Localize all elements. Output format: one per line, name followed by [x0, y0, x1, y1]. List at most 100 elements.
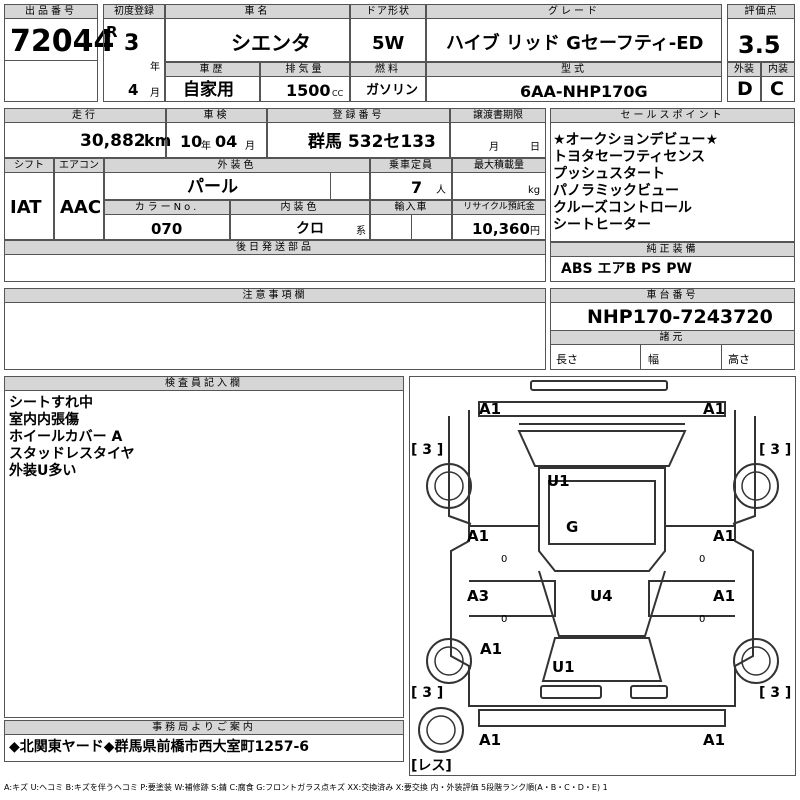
damage-mark-front-right: A1 — [703, 400, 725, 418]
import-divider — [411, 215, 412, 240]
recycle-unit: 円 — [530, 226, 540, 237]
zero-mark: 0 — [501, 614, 507, 625]
rating: 3.5 — [738, 31, 781, 59]
office-notice: ◆北関東ヤード◆群馬県前橋市西大室町1257-6 — [9, 739, 310, 755]
transfer-day: 日 — [530, 142, 540, 153]
model-label: 型式 — [426, 62, 722, 77]
spare-tire-status: [レス] — [411, 758, 452, 774]
inspector-item: シートすれ中 — [9, 395, 93, 411]
inspection-year: 10 — [180, 132, 203, 151]
transfer-month: 月 — [489, 142, 499, 153]
windshield — [517, 430, 687, 467]
chassis-number: NHP170-7243720 — [587, 306, 773, 328]
damage-mark-front-door-right: A1 — [713, 527, 735, 545]
displacement-label: 排気量 — [260, 62, 350, 77]
equipment-label: 純正装備 — [550, 242, 795, 257]
reg-number: 群馬 532セ133 — [308, 132, 436, 152]
capacity: 7 — [411, 178, 423, 197]
dims-label: 諸元 — [550, 330, 795, 345]
damage-mark-rear-quarter-left: A1 — [480, 640, 502, 658]
door-label: ドア形状 — [350, 4, 426, 19]
width-label: 幅 — [648, 353, 659, 366]
color-no: 070 — [151, 220, 183, 238]
zero-mark: 0 — [699, 614, 705, 625]
transfer-label: 譲渡書期限 — [450, 108, 546, 123]
sales-point: クルーズコントロール — [553, 200, 692, 216]
tire-tread-rear-right: [ 3 ] — [759, 685, 791, 701]
sales-point: シートヒーター — [553, 217, 651, 233]
lot-divider — [4, 60, 98, 61]
inspection-label: 車検 — [166, 108, 267, 123]
later-parts-label: 後日発送部品 — [4, 240, 546, 255]
rear-bumper — [478, 709, 726, 727]
sales-point: トヨタセーフティセンス — [553, 149, 706, 165]
fuel-label: 燃料 — [350, 62, 426, 77]
damage-mark-rear-body: U4 — [590, 587, 613, 605]
sales-point: パノラミックビュー — [553, 183, 679, 199]
damage-mark-rear-door-right: A1 — [713, 587, 735, 605]
tire-tread-front-right: [ 3 ] — [759, 442, 791, 458]
color-divider — [330, 173, 331, 200]
model: 6AA-NHP170G — [520, 82, 648, 101]
roof-inner — [548, 480, 656, 545]
interior-color: クロ — [296, 221, 324, 237]
color-no-label: カラーNo. — [104, 200, 230, 215]
chassis-label: 車台番号 — [550, 288, 795, 303]
load-unit: kg — [528, 185, 541, 196]
color-label: 外装色 — [104, 158, 370, 173]
door-type: 5W — [372, 33, 405, 54]
grade: ハイブ リッド Gセーフティ-ED — [446, 33, 704, 54]
history: 自家用 — [183, 80, 234, 100]
damage-mark-rear-left: A1 — [479, 731, 501, 749]
import-label: 輸入車 — [370, 200, 452, 215]
load-label: 最大積載量 — [452, 158, 546, 173]
capacity-label: 乗車定員 — [370, 158, 452, 173]
sales-points-label: セールスポイント — [550, 108, 795, 123]
wheel-rear-left — [426, 638, 472, 684]
interior-color-unit: 系 — [356, 226, 366, 237]
damage-mark-glass: G — [566, 518, 578, 536]
inspector-item: ホイールカバー A — [9, 429, 123, 445]
int-label: 内装 — [761, 62, 795, 77]
recycle-label: リサイクル預託金 — [452, 200, 546, 215]
lot-label: 出品番号 — [4, 4, 98, 19]
capacity-unit: 人 — [436, 185, 446, 196]
rear-bumper-top — [540, 685, 602, 699]
zero-mark: 0 — [501, 554, 507, 565]
inspector-item: 室内内張傷 — [9, 412, 79, 428]
car-name: シエンタ — [231, 31, 311, 55]
tire-tread-front-left: [ 3 ] — [411, 442, 443, 458]
ext-grade: D — [737, 78, 753, 100]
lot-number: 72044 — [10, 24, 115, 59]
damage-mark-front-left: A1 — [479, 400, 501, 418]
damage-mark-roof: U1 — [547, 472, 570, 490]
fuel: ガソリン — [366, 83, 419, 98]
spare-wheel — [418, 707, 464, 753]
sales-points-list: ★オークションデビュー★ トヨタセーフティセンス プッシュスタート パノラミック… — [553, 132, 718, 234]
mileage: 30,882 — [80, 131, 146, 151]
shift: IAT — [10, 197, 42, 218]
inspector-item: 外装U多い — [9, 463, 77, 479]
sales-point: プッシュスタート — [553, 166, 665, 182]
interior-color-label: 内装色 — [230, 200, 370, 215]
displacement-unit: CC — [332, 89, 344, 98]
damage-mark-rear-door-left: A3 — [467, 587, 489, 605]
history-label: 車歴 — [165, 62, 260, 77]
ext-label: 外装 — [727, 62, 761, 77]
month: 4 — [128, 81, 139, 99]
exterior-color: パール — [187, 177, 238, 197]
dims-divider-2 — [721, 345, 722, 370]
car-name-label: 車名 — [165, 4, 350, 19]
inspection-month-unit: 月 — [245, 141, 255, 152]
car-diagram: A1 A1 U1 G A1 A1 A3 U4 A1 A1 U1 A1 A1 0 … — [411, 380, 791, 774]
damage-mark-rear-right: A1 — [703, 731, 725, 749]
damage-legend: A:キズ U:ヘコミ B:キズを伴うヘコミ P:要塗装 W:補修跡 S:錆 C:… — [4, 783, 608, 792]
dims-divider-1 — [640, 345, 641, 370]
first-reg-label: 初度登録 — [103, 4, 165, 19]
equipment: ABS エアB PS PW — [561, 261, 692, 277]
recycle-fee: 10,360 — [472, 220, 530, 238]
inspection-month: 04 — [215, 132, 238, 151]
ac-label: エアコン — [54, 158, 104, 173]
inspector-list: シートすれ中 室内内張傷 ホイールカバー A スタッドレスタイヤ 外装U多い — [9, 395, 135, 480]
tire-tread-rear-left: [ 3 ] — [411, 685, 443, 701]
